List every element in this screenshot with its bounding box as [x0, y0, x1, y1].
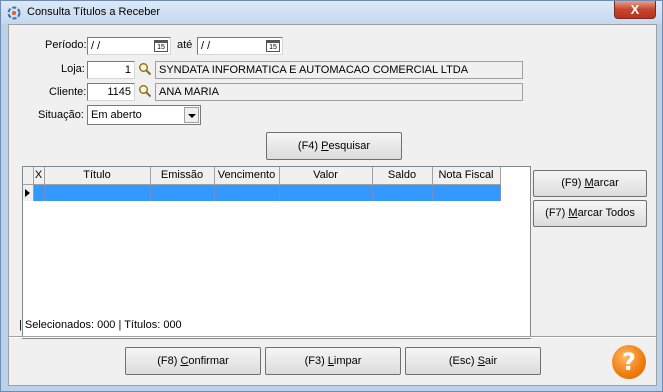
ate-label: até	[177, 39, 193, 51]
table-cell[interactable]	[44, 184, 151, 201]
help-icon[interactable]: ?	[612, 345, 646, 379]
grid-corner	[23, 167, 34, 185]
table-cell[interactable]	[150, 184, 215, 201]
sair-label: air	[484, 355, 498, 367]
table-cell[interactable]	[33, 184, 45, 201]
loja-name-field: SYNDATA INFORMATICA E AUTOMACAO COMERCIA…	[155, 61, 523, 79]
table-cell[interactable]	[279, 184, 373, 201]
table-cell[interactable]	[214, 184, 280, 201]
table-cell[interactable]	[372, 184, 433, 201]
calendar-icon[interactable]: 15	[154, 40, 168, 52]
sair-mnemonic: S	[477, 355, 485, 367]
column-header-x[interactable]: X	[33, 167, 45, 185]
grid-header: X Título Emissão Vencimento Valor Saldo …	[23, 167, 501, 185]
confirmar-shortcut: (F8)	[157, 355, 181, 367]
situacao-select[interactable]: Em aberto	[87, 105, 201, 125]
confirmar-button[interactable]: (F8) Confirmar	[125, 347, 261, 375]
loja-code-field[interactable]: 1	[87, 61, 135, 79]
periodo-label: Período:	[45, 39, 87, 51]
table-cell[interactable]	[432, 184, 501, 201]
limpar-label: impar	[333, 355, 362, 367]
marcar-button[interactable]: (F9) Marcar	[533, 170, 647, 197]
pesquisar-label: esquisar	[328, 140, 371, 152]
search-icon[interactable]	[138, 84, 152, 98]
row-indicator-icon	[23, 184, 34, 201]
marcar-todos-shortcut: (F7)	[545, 207, 569, 219]
pesquisar-shortcut: (F4)	[297, 140, 322, 152]
column-header-titulo[interactable]: Título	[44, 167, 151, 185]
column-header-vencimento[interactable]: Vencimento	[214, 167, 280, 185]
limpar-button[interactable]: (F3) Limpar	[265, 347, 401, 375]
footer-divider	[9, 336, 656, 338]
marcar-mnemonic: M	[584, 177, 594, 189]
app-window: Consulta Títulos a Receber X Período: / …	[0, 0, 663, 392]
form-body: Período: / / 15 até / / 15 Loja: 1 SYNDA…	[8, 24, 657, 386]
chevron-down-icon[interactable]	[184, 107, 199, 123]
confirmar-label: onfirmar	[188, 355, 229, 367]
sair-shortcut: (Esc)	[448, 355, 478, 367]
titulos-grid[interactable]: X Título Emissão Vencimento Valor Saldo …	[22, 166, 531, 339]
cliente-code-field[interactable]: 1145	[87, 83, 135, 101]
titulos-table: X Título Emissão Vencimento Valor Saldo …	[23, 167, 501, 201]
table-row[interactable]	[23, 184, 501, 201]
marcar-shortcut: (F9)	[561, 177, 585, 189]
status-bar-text: | Selecionados: 000 | Títulos: 000	[19, 319, 182, 331]
cliente-name-field: ANA MARIA	[155, 83, 523, 101]
column-header-valor[interactable]: Valor	[279, 167, 373, 185]
marcar-label: arcar	[593, 177, 619, 189]
pesquisar-button[interactable]: (F4) Pesquisar	[266, 132, 402, 160]
app-icon	[7, 6, 21, 20]
periodo-to-value: / /	[201, 40, 211, 52]
search-icon[interactable]	[138, 62, 152, 76]
periodo-from-field[interactable]: / / 15	[87, 37, 171, 55]
loja-label: Loja:	[61, 63, 85, 75]
column-header-emissao[interactable]: Emissão	[150, 167, 215, 185]
close-button[interactable]: X	[614, 1, 656, 19]
cliente-label: Cliente:	[49, 86, 87, 98]
column-header-nota-fiscal[interactable]: Nota Fiscal	[432, 167, 501, 185]
situacao-label: Situação:	[38, 109, 84, 121]
marcar-todos-mnemonic: M	[568, 207, 578, 219]
periodo-from-value: / /	[91, 40, 101, 52]
marcar-todos-button[interactable]: (F7) Marcar Todos	[533, 200, 647, 227]
limpar-shortcut: (F3)	[304, 355, 328, 367]
pesquisar-mnemonic: P	[321, 140, 329, 152]
title-bar[interactable]: Consulta Títulos a Receber X	[1, 1, 662, 24]
situacao-value: Em aberto	[91, 109, 142, 121]
sair-button[interactable]: (Esc) Sair	[405, 347, 541, 375]
periodo-to-field[interactable]: / / 15	[197, 37, 283, 55]
column-header-saldo[interactable]: Saldo	[372, 167, 433, 185]
marcar-todos-label: arcar Todos	[577, 207, 635, 219]
window-title: Consulta Títulos a Receber	[27, 6, 161, 18]
calendar-icon[interactable]: 15	[266, 40, 280, 52]
